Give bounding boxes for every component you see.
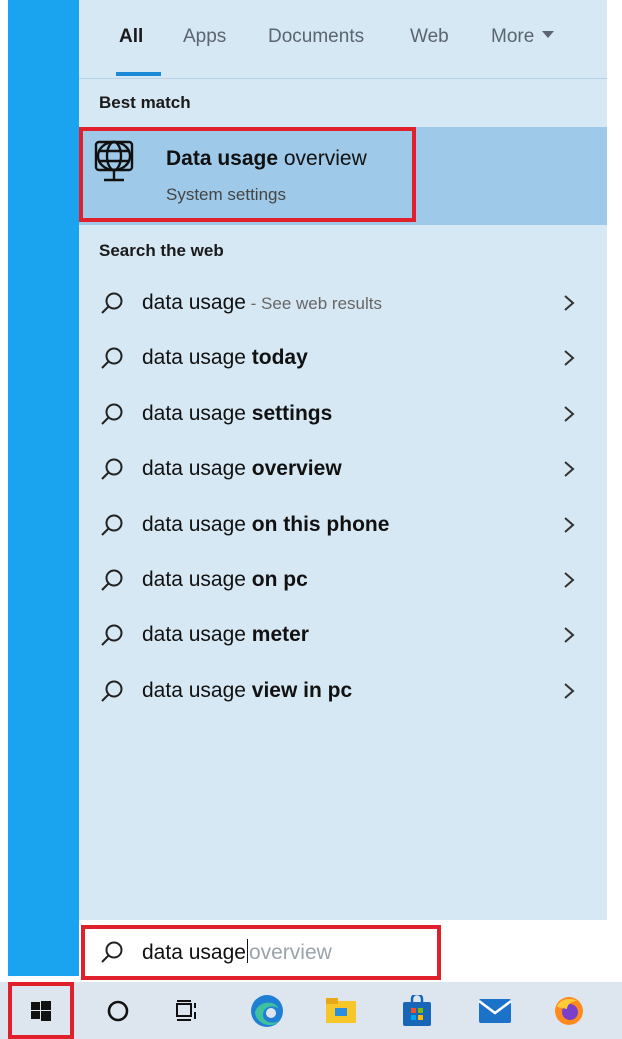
globe-monitor-icon [94, 140, 134, 182]
best-match-title-bold: Data usage [166, 147, 279, 170]
web-result-hint: - See web results [245, 294, 382, 313]
web-result-query: data usage [142, 401, 252, 425]
search-input[interactable]: data usage overview [79, 925, 622, 980]
best-match-title: Data usage overview [166, 147, 367, 171]
search-icon [101, 680, 123, 702]
search-icon [101, 347, 123, 370]
chevron-right-icon [564, 683, 575, 699]
web-result-query: data usage [142, 678, 252, 702]
search-web-heading: Search the web [99, 241, 224, 260]
search-icon [101, 569, 123, 591]
edge-taskbar-button[interactable] [236, 982, 298, 1039]
web-result-text: data usage overview [142, 457, 342, 481]
web-result-query: data usage [142, 623, 252, 647]
web-result-row[interactable]: data usage today [79, 332, 607, 384]
chevron-right-icon [564, 406, 575, 422]
cortana-icon [107, 1000, 129, 1021]
tab-web[interactable]: Web [410, 26, 449, 48]
search-icon [101, 514, 123, 536]
web-result-text: data usage view in pc [142, 679, 352, 703]
search-icon [101, 941, 123, 963]
chevron-right-icon [564, 461, 575, 477]
mail-icon [478, 998, 512, 1023]
best-match-result[interactable]: Data usage overview System settings [79, 127, 607, 225]
web-result-row[interactable]: data usage settings [79, 388, 607, 440]
search-query: data usage overview [142, 939, 332, 965]
chevron-right-icon [564, 516, 575, 533]
web-result-suggestion: today [251, 346, 308, 370]
cortana-button[interactable] [87, 982, 149, 1039]
active-tab-indicator [116, 72, 161, 76]
windows-start-icon [31, 1000, 51, 1021]
caret-down-icon [542, 31, 555, 39]
web-result-text: data usage on pc [142, 568, 308, 592]
tab-more[interactable]: More [491, 26, 555, 48]
web-result-text: data usage on this phone [142, 513, 389, 537]
web-result-suggestion: overview [251, 457, 342, 481]
web-result-suggestion: settings [251, 401, 333, 425]
best-match-title-rest: overview [278, 147, 367, 170]
taskbar [0, 982, 622, 1039]
web-result-suggestion: meter [251, 623, 309, 647]
search-icon [101, 624, 123, 647]
best-match-heading: Best match [99, 93, 191, 112]
edge-icon [251, 994, 283, 1027]
web-result-text: data usage settings [142, 402, 332, 426]
start-button[interactable] [10, 982, 72, 1039]
search-icon [101, 292, 123, 314]
store-icon [403, 994, 431, 1026]
search-icon [101, 458, 123, 480]
web-result-query: data usage [142, 512, 252, 536]
web-result-query: data usage [142, 291, 246, 314]
search-typed-text: data usage [142, 941, 246, 964]
tab-more-label: More [491, 26, 535, 47]
firefox-icon [555, 996, 583, 1025]
web-result-row[interactable]: data usage on this phone [79, 499, 607, 551]
web-result-row[interactable]: data usage overview [79, 443, 607, 495]
search-icon [101, 403, 123, 425]
web-result-row[interactable]: data usage view in pc [79, 665, 607, 717]
web-result-row[interactable]: data usage meter [79, 609, 607, 661]
web-result-text: data usage today [142, 346, 308, 370]
chevron-right-icon [564, 350, 575, 367]
web-result-text: data usage - See web results [142, 291, 382, 315]
tab-documents[interactable]: Documents [268, 26, 364, 48]
web-result-suggestion: on pc [251, 568, 308, 591]
text-caret [246, 939, 248, 964]
firefox-taskbar-button[interactable] [538, 982, 600, 1039]
chevron-right-icon [564, 295, 575, 311]
web-result-query: data usage [142, 457, 252, 481]
search-panel: All Apps Documents Web More Best match D… [79, 0, 607, 920]
web-result-query: data usage [142, 568, 252, 591]
file-explorer-icon [326, 997, 356, 1023]
chevron-right-icon [564, 627, 575, 644]
store-taskbar-button[interactable] [386, 982, 448, 1039]
chevron-right-icon [564, 572, 575, 588]
search-tabs: All Apps Documents Web More [79, 0, 607, 79]
web-result-suggestion: view in pc [251, 678, 353, 702]
file-explorer-taskbar-button[interactable] [310, 982, 372, 1039]
desktop-background [8, 0, 79, 976]
task-view-button[interactable] [156, 982, 218, 1039]
tab-all[interactable]: All [119, 26, 143, 48]
search-suggestion-text: overview [248, 941, 332, 964]
web-result-query: data usage [142, 346, 252, 370]
web-result-row[interactable]: data usage on pc [79, 554, 607, 606]
task-view-icon [176, 999, 196, 1021]
web-result-suggestion: on this phone [251, 512, 390, 536]
web-result-text: data usage meter [142, 623, 309, 647]
mail-taskbar-button[interactable] [464, 982, 526, 1039]
web-result-row[interactable]: data usage - See web results [79, 277, 607, 329]
tab-apps[interactable]: Apps [183, 26, 226, 48]
best-match-subtitle: System settings [166, 185, 286, 204]
